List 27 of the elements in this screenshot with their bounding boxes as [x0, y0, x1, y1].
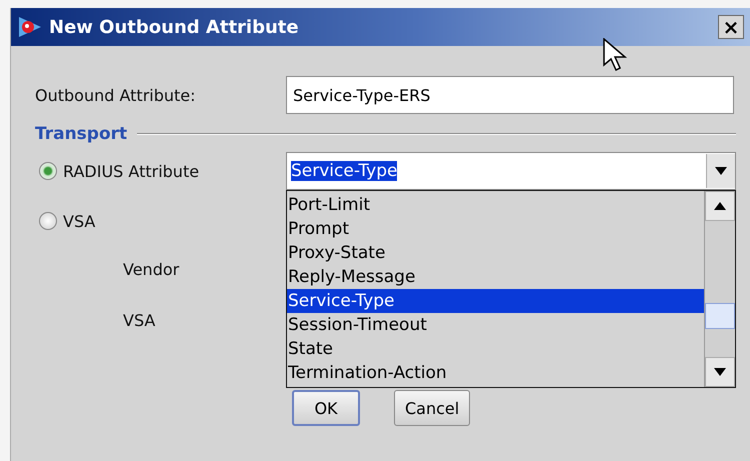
list-item[interactable]: Termination-Action [287, 361, 704, 385]
radio-option[interactable]: RADIUS Attribute [39, 152, 286, 190]
list-item[interactable]: Port-Limit [287, 193, 704, 217]
app-logo-icon [17, 15, 43, 39]
caret-up-icon [714, 202, 726, 210]
radio-option[interactable]: VSA [39, 202, 286, 240]
dialog-button[interactable]: OK [292, 390, 360, 426]
dialog-button[interactable]: Cancel [394, 390, 470, 426]
list-item[interactable]: Proxy-State [287, 241, 704, 265]
section-heading: Transport [35, 124, 128, 144]
field-label: Outbound Attribute: [35, 86, 197, 104]
scroll-thumb[interactable] [705, 303, 735, 329]
list-item[interactable]: Session-Timeout [287, 313, 704, 337]
caret-down-icon [715, 167, 727, 175]
mouse-pointer-icon [603, 38, 629, 72]
list-item[interactable]: Prompt [287, 217, 704, 241]
caret-down-icon [714, 368, 726, 376]
list-item[interactable]: Service-Type [287, 289, 704, 313]
field-label: VSA [123, 311, 156, 330]
scrollbar[interactable] [704, 191, 735, 387]
window-title: New Outbound Attribute [49, 16, 299, 38]
list-item[interactable]: Reply-Message [287, 265, 704, 289]
field-label: Vendor [123, 260, 180, 279]
close-button[interactable]: × [718, 15, 744, 39]
dropdown[interactable]: Service-Type [286, 152, 736, 190]
list-item[interactable]: State [287, 337, 704, 361]
input-field[interactable]: Service-Type-ERS [286, 76, 734, 114]
